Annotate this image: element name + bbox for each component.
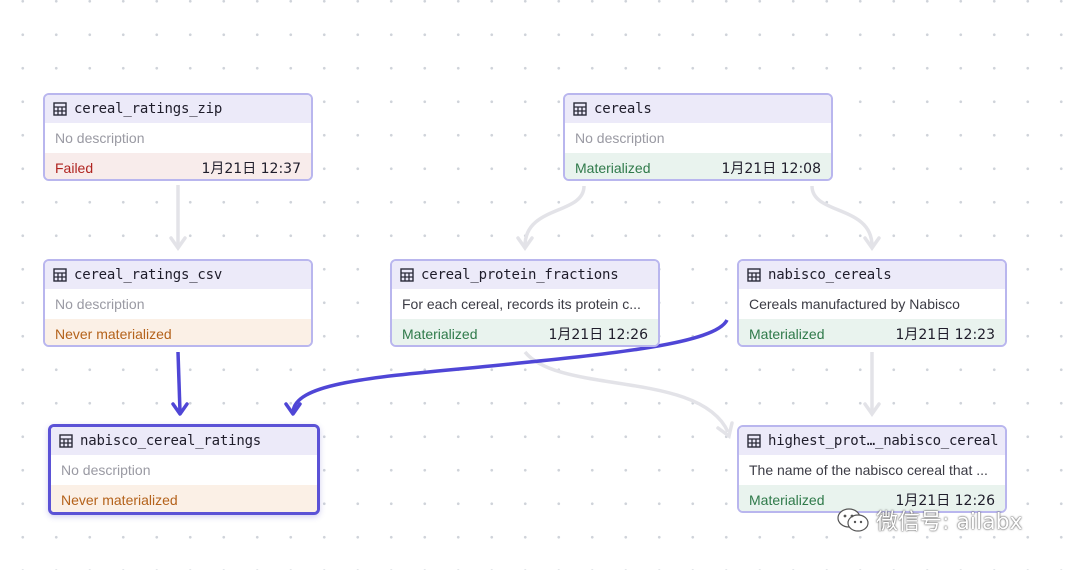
materialized-time: 1月21日 12:37 — [201, 161, 301, 177]
asset-name: cereal_ratings_csv — [74, 267, 223, 283]
asset-name: nabisco_cereal_ratings — [80, 433, 262, 449]
watermark-text: 微信号: ailabx — [876, 510, 1023, 535]
table-icon — [747, 434, 761, 448]
asset-status-bar: Materialized 1月21日 12:26 — [392, 319, 658, 345]
asset-status-bar: Never materialized — [51, 485, 317, 512]
table-icon — [59, 434, 73, 448]
asset-status-bar: Materialized 1月21日 12:23 — [739, 319, 1005, 345]
status-label: Never materialized — [55, 326, 172, 342]
asset-node-nabisco-cereal-ratings[interactable]: nabisco_cereal_ratings No description Ne… — [48, 424, 320, 515]
wechat-icon — [837, 508, 869, 532]
materialized-time: 1月21日 12:23 — [895, 327, 995, 343]
watermark: 微信号: ailabx — [836, 504, 1023, 536]
status-label: Materialized — [402, 326, 478, 342]
asset-node-highest-protein-nabisco-cereal[interactable]: highest_prot…_nabisco_cereal The name of… — [737, 425, 1007, 513]
table-icon — [53, 102, 67, 116]
asset-node-nabisco-cereals[interactable]: nabisco_cereals Cereals manufactured by … — [737, 259, 1007, 347]
status-label: Materialized — [749, 492, 825, 508]
edge-cereals-to-protein — [523, 185, 586, 247]
asset-description: The name of the nabisco cereal that ... — [749, 462, 988, 478]
materialized-time: 1月21日 12:26 — [548, 327, 648, 343]
asset-description: For each cereal, records its protein c..… — [402, 296, 641, 312]
asset-node-cereals[interactable]: cereals No description Materialized 1月21… — [563, 93, 833, 181]
table-icon — [747, 268, 761, 282]
asset-status-bar: Failed 1月21日 12:37 — [45, 153, 311, 179]
table-icon — [53, 268, 67, 282]
table-icon — [400, 268, 414, 282]
asset-name: cereal_protein_fractions — [421, 267, 619, 283]
asset-name: highest_prot…_nabisco_cereal — [768, 433, 999, 449]
asset-description: No description — [55, 130, 145, 146]
materialized-time: 1月21日 12:08 — [721, 161, 821, 177]
status-label: Materialized — [575, 160, 651, 176]
edge-cereals-to-nabisco — [810, 185, 874, 247]
asset-status-bar: Never materialized — [45, 319, 311, 345]
status-label: Failed — [55, 160, 94, 176]
asset-node-cereal-protein-fractions[interactable]: cereal_protein_fractions For each cereal… — [390, 259, 660, 347]
asset-description: No description — [61, 462, 151, 478]
asset-description: No description — [55, 296, 145, 312]
asset-name: nabisco_cereals — [768, 267, 892, 283]
asset-node-cereal-ratings-csv[interactable]: cereal_ratings_csv No description Never … — [43, 259, 313, 347]
table-icon — [573, 102, 587, 116]
edge-protein-to-highest — [523, 350, 730, 433]
status-label: Never materialized — [61, 492, 178, 508]
asset-description: Cereals manufactured by Nabisco — [749, 296, 960, 312]
asset-name: cereals — [594, 101, 652, 117]
status-label: Materialized — [749, 326, 825, 342]
asset-name: cereal_ratings_zip — [74, 101, 223, 117]
asset-status-bar: Materialized 1月21日 12:08 — [565, 153, 831, 179]
asset-node-cereal-ratings-zip[interactable]: cereal_ratings_zip No description Failed… — [43, 93, 313, 181]
edge-csv-to-ratings — [176, 351, 182, 413]
asset-description: No description — [575, 130, 665, 146]
